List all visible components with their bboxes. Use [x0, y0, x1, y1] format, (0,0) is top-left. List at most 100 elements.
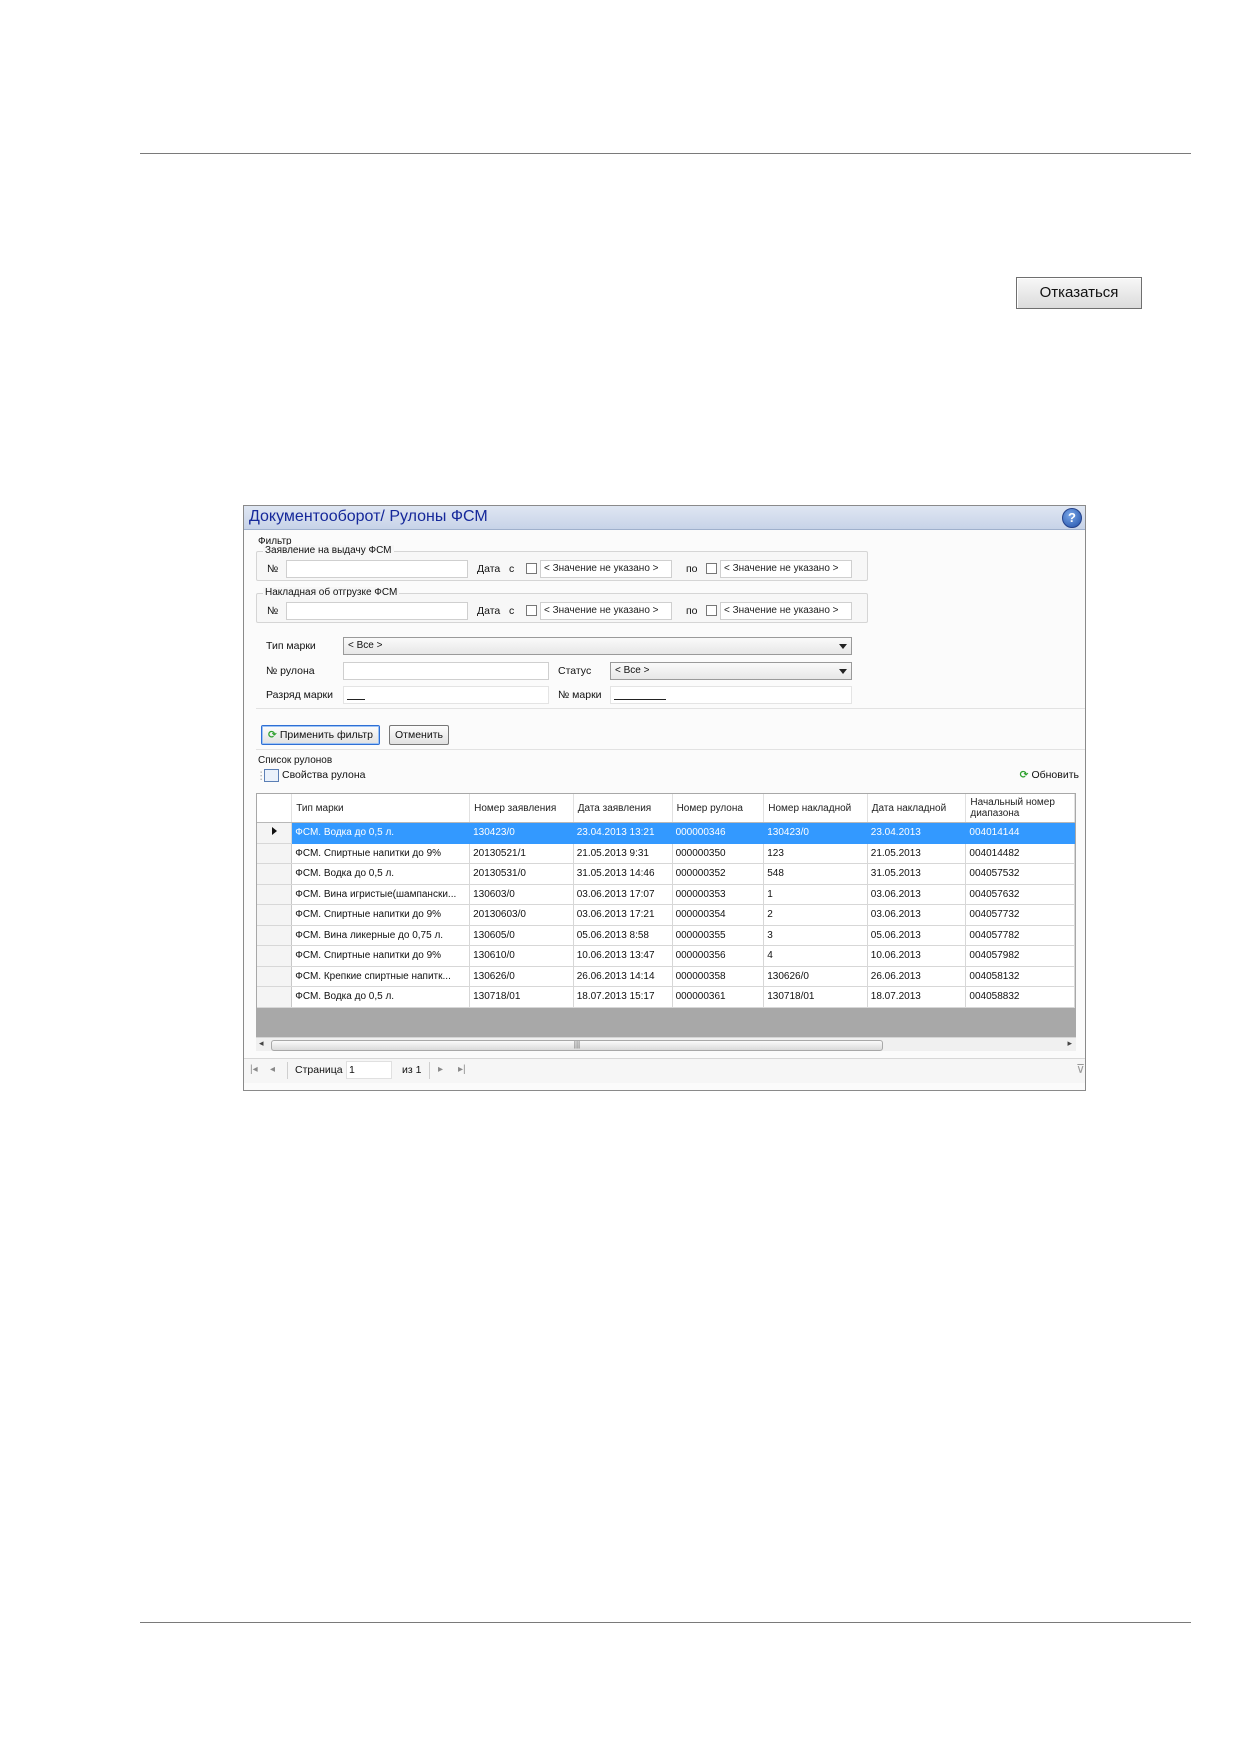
table-cell[interactable]: 18.07.2013 15:17: [573, 986, 673, 1008]
first-page-icon[interactable]: |◂: [250, 1064, 258, 1075]
table-cell[interactable]: 03.06.2013: [867, 884, 967, 905]
table-cell[interactable]: 20130521/1: [469, 843, 574, 864]
table-cell[interactable]: 21.05.2013 9:31: [573, 843, 673, 864]
table-cell[interactable]: 004057782: [965, 925, 1075, 946]
table-cell[interactable]: 004014144: [965, 822, 1075, 844]
reset-filter-button[interactable]: Отменить: [389, 725, 449, 745]
table-row[interactable]: ФСМ. Водка до 0,5 л. 20130531/0 31.05.2013…: [257, 863, 1075, 885]
scrollbar-thumb[interactable]: |||: [271, 1040, 883, 1051]
table-cell[interactable]: 130610/0: [469, 945, 574, 967]
help-icon[interactable]: ?: [1062, 508, 1082, 528]
grid-header-cell[interactable]: Дата накладной: [867, 794, 967, 823]
table-cell[interactable]: 20130603/0: [469, 904, 574, 926]
row-indicator[interactable]: [257, 986, 293, 1008]
statement-from-date[interactable]: < Значение не указано >: [540, 560, 672, 578]
next-page-icon[interactable]: ▸: [438, 1064, 443, 1075]
statement-number-input[interactable]: [286, 560, 468, 578]
horizontal-scrollbar[interactable]: ◂ ||| ▸: [256, 1037, 1076, 1051]
table-cell[interactable]: 000000356: [672, 945, 765, 967]
table-cell[interactable]: 4: [763, 945, 868, 967]
table-cell[interactable]: 004014482: [965, 843, 1075, 864]
row-indicator[interactable]: [257, 945, 293, 967]
scroll-right-icon[interactable]: ▸: [1067, 1038, 1072, 1049]
table-cell[interactable]: 000000350: [672, 843, 765, 864]
table-row[interactable]: ФСМ. Спиртные напитки до 9% 130610/0 10.06…: [257, 945, 1075, 967]
table-cell[interactable]: 000000346: [672, 822, 765, 844]
table-cell[interactable]: 004057632: [965, 884, 1075, 905]
table-cell[interactable]: 004057532: [965, 863, 1075, 885]
table-cell[interactable]: 26.06.2013 14:14: [573, 966, 673, 987]
table-cell[interactable]: 130626/0: [469, 966, 574, 987]
table-cell[interactable]: 1: [763, 884, 868, 905]
table-cell[interactable]: 130603/0: [469, 884, 574, 905]
scroll-left-icon[interactable]: ◂: [259, 1038, 264, 1049]
status-select[interactable]: < Все >: [610, 662, 852, 680]
table-cell[interactable]: ФСМ. Водка до 0,5 л.: [291, 822, 471, 844]
grid-header-cell[interactable]: Номер накладной: [763, 794, 868, 823]
row-indicator[interactable]: [257, 884, 293, 905]
table-cell[interactable]: 03.06.2013 17:21: [573, 904, 673, 926]
page-number-input[interactable]: 1: [346, 1061, 392, 1079]
table-cell[interactable]: 31.05.2013 14:46: [573, 863, 673, 885]
table-cell[interactable]: 31.05.2013: [867, 863, 967, 885]
invoice-from-date[interactable]: < Значение не указано >: [540, 602, 672, 620]
table-cell[interactable]: 130423/0: [469, 822, 574, 844]
table-cell[interactable]: 26.06.2013: [867, 966, 967, 987]
table-cell[interactable]: 18.07.2013: [867, 986, 967, 1008]
statement-to-date[interactable]: < Значение не указано >: [720, 560, 852, 578]
table-cell[interactable]: 548: [763, 863, 868, 885]
table-cell[interactable]: 20130531/0: [469, 863, 574, 885]
table-cell[interactable]: 130605/0: [469, 925, 574, 946]
table-cell[interactable]: 23.04.2013: [867, 822, 967, 844]
roll-number-input[interactable]: [343, 662, 549, 680]
table-cell[interactable]: 05.06.2013: [867, 925, 967, 946]
grid-header-cell[interactable]: Номер рулона: [672, 794, 765, 823]
table-row[interactable]: ФСМ. Водка до 0,5 л. 130423/0 23.04.2013 1…: [257, 822, 1075, 844]
row-indicator[interactable]: [257, 863, 293, 885]
table-cell[interactable]: 123: [763, 843, 868, 864]
table-row[interactable]: ФСМ. Спиртные напитки до 9% 20130603/0 03.…: [257, 904, 1075, 926]
grid-header-cell[interactable]: Начальный номер диапазона: [965, 794, 1075, 823]
table-cell[interactable]: ФСМ. Водка до 0,5 л.: [291, 863, 471, 885]
table-cell[interactable]: ФСМ. Спиртные напитки до 9%: [291, 945, 471, 967]
table-cell[interactable]: 05.06.2013 8:58: [573, 925, 673, 946]
table-cell[interactable]: ФСМ. Вина ликерные до 0,75 л.: [291, 925, 471, 946]
mark-number-input[interactable]: [610, 686, 852, 704]
last-page-icon[interactable]: ▸|: [458, 1064, 466, 1075]
table-cell[interactable]: 23.04.2013 13:21: [573, 822, 673, 844]
refresh-button[interactable]: ⟳ Обновить: [1020, 769, 1079, 781]
invoice-from-checkbox[interactable]: [526, 605, 537, 616]
statement-to-checkbox[interactable]: [706, 563, 717, 574]
grid-header-cell[interactable]: Тип марки: [291, 794, 471, 823]
table-cell[interactable]: ФСМ. Спиртные напитки до 9%: [291, 904, 471, 926]
table-cell[interactable]: 000000353: [672, 884, 765, 905]
mark-rank-input[interactable]: [343, 686, 549, 704]
filter-icon[interactable]: ⊽: [1076, 1062, 1085, 1076]
row-indicator[interactable]: [257, 843, 293, 864]
prev-page-icon[interactable]: ◂: [270, 1064, 275, 1075]
table-cell[interactable]: 004057732: [965, 904, 1075, 926]
invoice-to-date[interactable]: < Значение не указано >: [720, 602, 852, 620]
mark-type-select[interactable]: < Все >: [343, 637, 852, 655]
table-cell[interactable]: 03.06.2013 17:07: [573, 884, 673, 905]
statement-from-checkbox[interactable]: [526, 563, 537, 574]
table-cell[interactable]: 10.06.2013 13:47: [573, 945, 673, 967]
table-cell[interactable]: 130423/0: [763, 822, 868, 844]
apply-filter-button[interactable]: ⟳ Применить фильтр: [261, 725, 380, 745]
table-row[interactable]: ФСМ. Водка до 0,5 л. 130718/01 18.07.2013 …: [257, 986, 1075, 1008]
table-cell[interactable]: 3: [763, 925, 868, 946]
table-cell[interactable]: 130626/0: [763, 966, 868, 987]
table-cell[interactable]: 10.06.2013: [867, 945, 967, 967]
table-cell[interactable]: ФСМ. Крепкие спиртные напитк...: [291, 966, 471, 987]
table-row[interactable]: ФСМ. Спиртные напитки до 9% 20130521/1 21.…: [257, 843, 1075, 864]
table-cell[interactable]: 21.05.2013: [867, 843, 967, 864]
table-row[interactable]: ФСМ. Крепкие спиртные напитк... 130626/0 2…: [257, 966, 1075, 987]
table-cell[interactable]: 03.06.2013: [867, 904, 967, 926]
table-cell[interactable]: 004058832: [965, 986, 1075, 1008]
table-row[interactable]: ФСМ. Вина игристые(шампански... 130603/0 0…: [257, 884, 1075, 905]
row-indicator[interactable]: [257, 966, 293, 987]
table-cell[interactable]: ФСМ. Водка до 0,5 л.: [291, 986, 471, 1008]
row-indicator[interactable]: [257, 822, 293, 844]
grid-header-cell[interactable]: Номер заявления: [469, 794, 574, 823]
table-cell[interactable]: 000000358: [672, 966, 765, 987]
